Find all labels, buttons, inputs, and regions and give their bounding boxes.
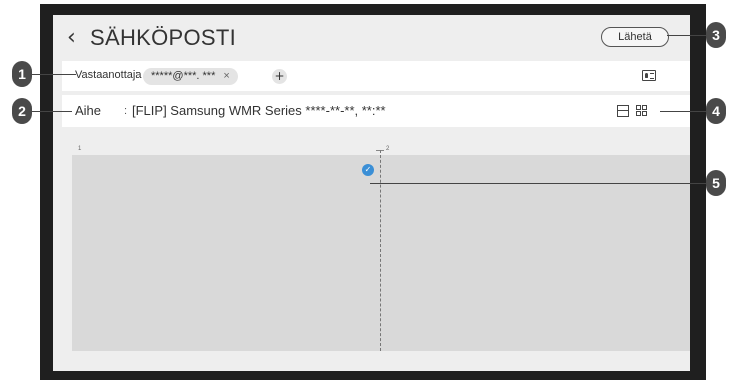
layout-single-icon[interactable] — [617, 105, 629, 117]
callout-leader-4 — [660, 111, 706, 112]
check-circle-icon[interactable]: ✓ — [362, 164, 374, 176]
close-icon[interactable]: × — [223, 70, 229, 82]
recipient-chip[interactable]: *****@***. *** × — [143, 68, 238, 85]
subject-row: Aihe : [FLIP] Samsung WMR Series ****-**… — [62, 95, 690, 127]
recipient-row: Vastaanottaja : *****@***. *** × + — [62, 61, 690, 91]
title-bar: ‹ SÄHKÖPOSTI Lähetä — [53, 15, 690, 61]
recipient-chip-text: *****@***. *** — [151, 70, 216, 82]
subject-label: Aihe — [75, 103, 102, 118]
callout-badge-2: 2 — [12, 98, 32, 124]
page-title: SÄHKÖPOSTI — [90, 25, 237, 50]
callout-badge-4: 4 — [706, 98, 726, 124]
layout-grid-icon[interactable] — [636, 105, 648, 117]
attachment-canvas[interactable] — [72, 155, 690, 351]
subject-colon: : — [124, 105, 128, 117]
page-number-1: 1 — [78, 146, 82, 152]
chevron-left-icon[interactable]: ‹ — [67, 23, 76, 53]
callout-badge-5: 5 — [706, 170, 726, 196]
callout-badge-1: 1 — [12, 61, 32, 87]
recipient-colon: : — [135, 69, 139, 81]
subject-input[interactable]: [FLIP] Samsung WMR Series ****-**-**, **… — [132, 103, 386, 118]
callout-leader-3 — [667, 35, 706, 36]
add-recipient-button[interactable]: + — [272, 69, 287, 84]
page-number-2: 2 — [386, 146, 390, 152]
send-button[interactable]: Lähetä — [601, 27, 669, 47]
recipient-label: Vastaanottaja — [75, 69, 142, 81]
email-screen: ‹ SÄHKÖPOSTI Lähetä Vastaanottaja : ****… — [53, 15, 690, 371]
callout-leader-5 — [370, 183, 706, 184]
contact-card-icon[interactable] — [642, 70, 656, 81]
callout-badge-3: 3 — [706, 22, 726, 48]
page-divider — [380, 150, 381, 351]
